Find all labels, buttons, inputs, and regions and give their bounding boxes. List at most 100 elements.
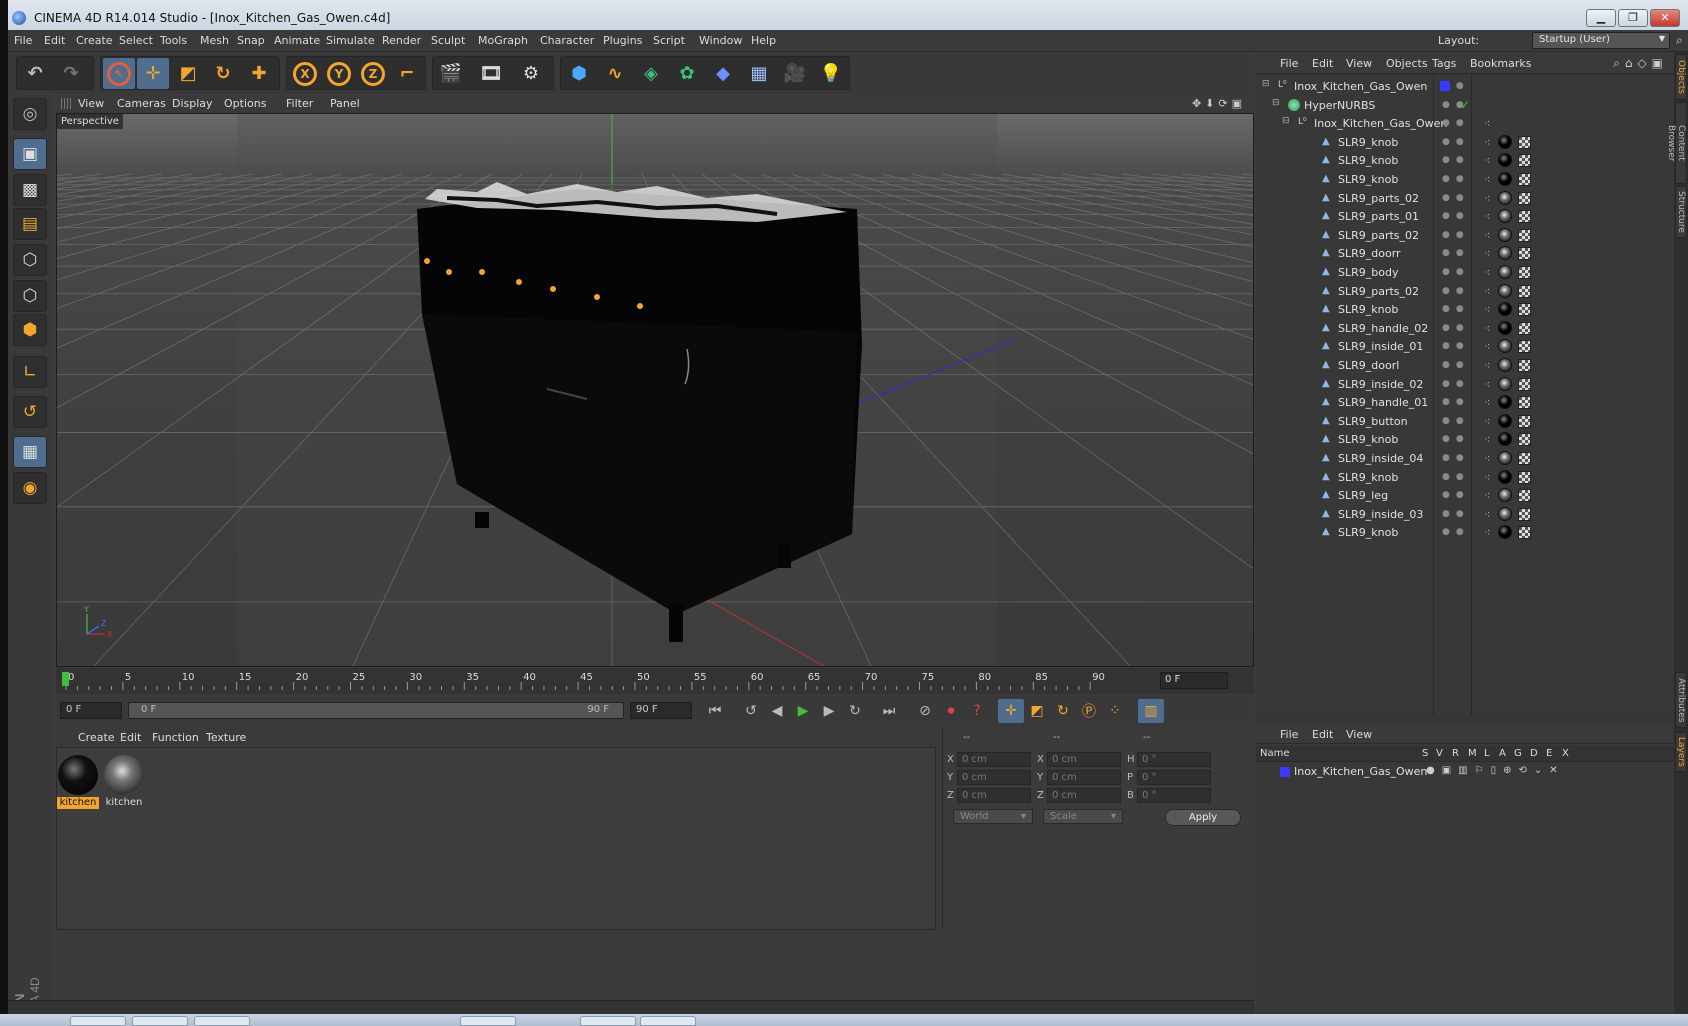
uvw-tag-icon[interactable] (1518, 191, 1531, 205)
scale-icon[interactable]: ◩ (172, 58, 204, 89)
layer-row[interactable]: Inox_Kitchen_Gas_Owen ●▣▥⚐▯⊕⟲⌄✕ (1256, 764, 1674, 780)
menu-help[interactable]: Help (751, 34, 776, 47)
lm-menu-file[interactable]: File (1280, 728, 1298, 741)
column-divider[interactable] (1433, 75, 1434, 715)
object-row[interactable]: ▲ SLR9_knob ●● ⁖ (1256, 468, 1674, 487)
record-keys-icon[interactable]: ⊘ (912, 699, 938, 723)
uvw-tag-icon[interactable] (1518, 303, 1531, 317)
timeline-ruler[interactable]: 0 5 10 15 20 25 30 35 40 45 50 55 60 65 70 75 80 85 90 (62, 668, 1112, 694)
om-menu-bookmarks[interactable]: Bookmarks (1470, 57, 1531, 70)
phong-tag-icon[interactable]: ⁖ (1484, 285, 1490, 298)
material-menu-create[interactable]: Create (78, 731, 115, 744)
visibility-dots[interactable]: ●● (1442, 211, 1470, 221)
viewport-camera-label[interactable]: Perspective (57, 114, 123, 129)
rotation-key-icon[interactable]: ↻ (1050, 699, 1076, 723)
uvw-tag-icon[interactable] (1518, 228, 1531, 242)
menu-window[interactable]: Window (699, 34, 742, 47)
visibility-dots[interactable]: ●● (1442, 416, 1470, 426)
material-tag-icon[interactable] (1498, 283, 1512, 298)
material-tag-icon[interactable] (1498, 525, 1512, 540)
go-to-end-icon[interactable]: ⏭ (876, 699, 902, 723)
menu-snap[interactable]: Snap (237, 34, 265, 47)
uvw-tag-icon[interactable] (1518, 359, 1531, 372)
menu-mograph[interactable]: MoGraph (478, 34, 528, 47)
undo-icon[interactable]: ↶ (19, 58, 51, 89)
material-menu-texture[interactable]: Texture (206, 731, 246, 744)
rotate-icon[interactable]: ↻ (207, 58, 239, 89)
menu-sculpt[interactable]: Sculpt (431, 34, 465, 47)
phong-tag-icon[interactable]: ⁖ (1484, 154, 1490, 167)
material-tag-icon[interactable] (1498, 190, 1512, 205)
phong-tag-icon[interactable]: ⁖ (1484, 359, 1490, 372)
object-row[interactable]: ▲ SLR9_body ●● ⁖ (1256, 263, 1674, 282)
deformer-icon[interactable]: ◆ (707, 58, 739, 89)
phong-tag-icon[interactable]: ⁖ (1484, 266, 1490, 279)
material-tag-icon[interactable] (1498, 376, 1512, 391)
layer-column-a[interactable]: A (1499, 748, 1506, 759)
coordinate-system-icon[interactable]: ⌐ (391, 58, 423, 89)
uvw-tag-icon[interactable] (1518, 247, 1531, 261)
visibility-dots[interactable]: ●● (1442, 230, 1470, 240)
visibility-dots[interactable]: ●● (1442, 304, 1470, 314)
menu-select[interactable]: Select (119, 34, 153, 47)
object-name[interactable]: SLR9_parts_02 (1338, 229, 1419, 242)
parameter-key-icon[interactable]: Ⓟ (1076, 699, 1102, 723)
redo-icon[interactable]: ↷ (55, 58, 87, 89)
viewport-menu-filter[interactable]: Filter (286, 97, 313, 110)
object-row[interactable]: ▲ SLR9_leg ●● ⁖ (1256, 486, 1674, 505)
object-row[interactable]: ▲ SLR9_doorl ●● ⁖ (1256, 356, 1674, 375)
coord-value-field[interactable]: 0 ° (1137, 788, 1211, 803)
material-tag-icon[interactable] (1498, 246, 1512, 261)
playhead[interactable] (62, 672, 69, 686)
next-key-icon[interactable]: ↻ (842, 699, 868, 723)
scale-key-icon[interactable]: ◩ (1024, 699, 1050, 723)
material-swatch[interactable]: kitchen (57, 754, 99, 810)
coord-value-field[interactable]: 0 cm (957, 752, 1031, 767)
move-icon[interactable]: ✛ (137, 58, 169, 89)
material-tag-icon[interactable] (1498, 227, 1512, 242)
enabled-check-icon[interactable]: ✓ (1460, 98, 1470, 112)
cinema4d-app-icon[interactable] (12, 11, 26, 25)
points-mode-icon[interactable]: ⬡ (13, 244, 47, 276)
layer-column-m[interactable]: M (1468, 748, 1477, 759)
om-menu-file[interactable]: File (1280, 57, 1298, 70)
expand-toggle-icon[interactable]: ⊟ (1272, 98, 1280, 108)
autokeying-icon[interactable]: ⏺ (938, 699, 964, 723)
material-tag-icon[interactable] (1498, 506, 1512, 521)
panel-grip-icon[interactable] (61, 98, 71, 109)
previous-frame-icon[interactable]: ◀ (764, 699, 790, 723)
nurbs-icon[interactable]: ◈ (635, 58, 667, 89)
uvw-tag-icon[interactable] (1518, 154, 1531, 168)
object-row[interactable]: ▲ SLR9_inside_01 ●● ⁖ (1256, 337, 1674, 356)
visibility-dots[interactable]: ●● (1442, 490, 1470, 500)
visibility-dots[interactable]: ●● (1442, 509, 1470, 519)
object-name[interactable]: SLR9_doorr (1338, 247, 1401, 260)
uvw-tag-icon[interactable] (1518, 266, 1531, 279)
tab-content-browser[interactable]: Content Browser (1666, 102, 1687, 184)
uvw-tag-icon[interactable] (1518, 396, 1531, 410)
object-row[interactable]: ▲ SLR9_handle_01 ●● ⁖ (1256, 393, 1674, 412)
material-tag-icon[interactable] (1498, 432, 1512, 447)
camera-icon[interactable]: 🎥 (779, 58, 811, 89)
object-name[interactable]: SLR9_handle_02 (1338, 322, 1428, 335)
taskbar-item[interactable] (640, 1016, 696, 1026)
live-select-icon[interactable]: ↖ (103, 58, 135, 89)
object-row[interactable]: ⊟ HyperNURBS ●● ✓ (1256, 96, 1674, 115)
position-key-icon[interactable]: ✛ (998, 699, 1024, 723)
visibility-dots[interactable]: ●● (1442, 174, 1470, 184)
visibility-dots[interactable]: ●● (1442, 379, 1470, 389)
layer-column-v[interactable]: V (1436, 748, 1443, 759)
material-tag-icon[interactable] (1498, 413, 1512, 428)
visibility-dots[interactable]: ●● (1442, 193, 1470, 203)
object-row[interactable]: ▲ SLR9_inside_02 ●● ⁖ (1256, 375, 1674, 394)
tab-structure[interactable]: Structure (1675, 186, 1687, 238)
phong-tag-icon[interactable]: ⁖ (1484, 303, 1490, 316)
phong-tag-icon[interactable]: ⁖ (1484, 340, 1490, 353)
coord-type-dropdown[interactable]: Scale ▾ (1043, 809, 1123, 824)
object-name[interactable]: SLR9_leg (1338, 489, 1388, 502)
object-name[interactable]: SLR9_parts_02 (1338, 192, 1419, 205)
cube-icon[interactable]: ⬢ (563, 58, 595, 89)
viewport-menu-display[interactable]: Display (172, 97, 213, 110)
visibility-dots[interactable]: ●● (1442, 341, 1470, 351)
column-divider[interactable] (1471, 75, 1472, 715)
